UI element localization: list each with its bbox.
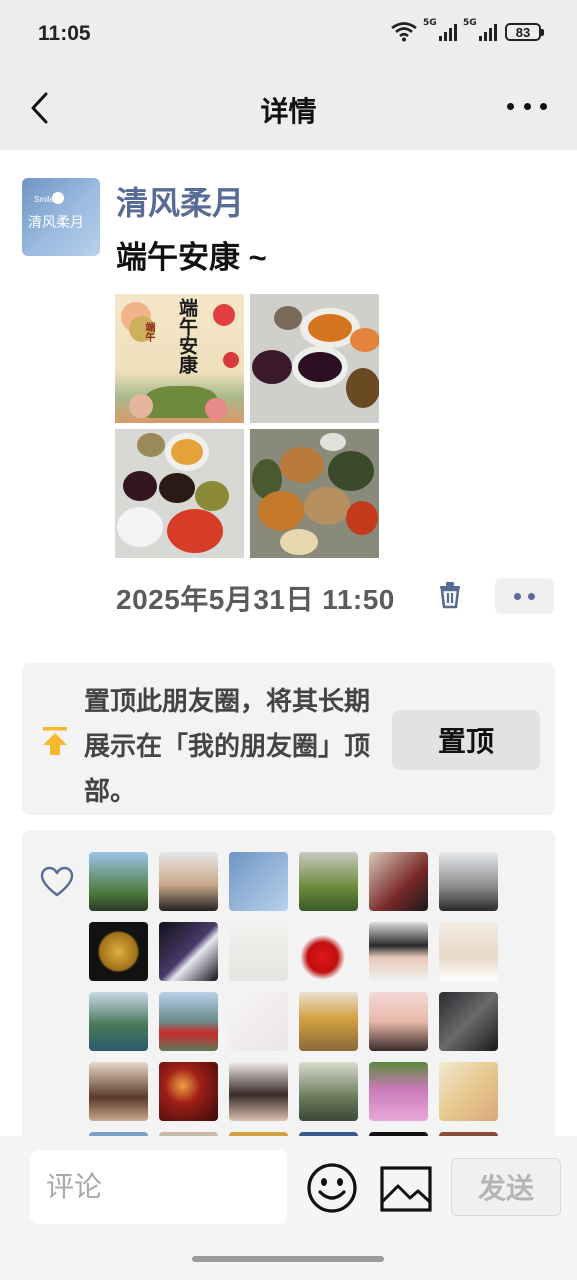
photo-dishes-1[interactable]: [250, 294, 379, 423]
username[interactable]: 清风柔月: [116, 178, 244, 224]
liker-avatar-girl-cartoon[interactable]: [369, 992, 428, 1051]
liker-avatar-woman-portrait[interactable]: [89, 1062, 148, 1121]
liker-avatar-garden-flowers[interactable]: [299, 852, 358, 911]
liker-avatar-sky-calligraphy[interactable]: [229, 852, 288, 911]
liker-avatar-motorcycle[interactable]: [439, 852, 498, 911]
liker-avatar-man-microphone[interactable]: [159, 852, 218, 911]
liker-avatar-flower-sketch[interactable]: [229, 992, 288, 1051]
heart-icon: [40, 866, 74, 897]
liker-avatar-painting-woman[interactable]: [439, 1062, 498, 1121]
avatar-text: 清风柔月: [28, 215, 84, 231]
liker-avatar-woman-sunglasses[interactable]: [369, 922, 428, 981]
action-dot-icon: [514, 592, 521, 600]
signal-icon-1: 5G: [423, 18, 457, 41]
battery-icon: 83: [505, 23, 544, 41]
photo-badge: 端午: [143, 322, 154, 342]
photo-grid: 端午安康 端午: [115, 294, 379, 558]
photo-dishes-3[interactable]: [250, 429, 379, 558]
more-dot-icon: [507, 102, 514, 110]
liker-avatar-person-mountain[interactable]: [89, 852, 148, 911]
image-icon[interactable]: [380, 1166, 432, 1212]
photo-title: 端午安康: [176, 298, 198, 374]
emoji-icon[interactable]: [306, 1162, 358, 1214]
pin-top-icon: [43, 727, 67, 755]
send-button[interactable]: 发送: [451, 1158, 561, 1216]
liker-avatar-bird-statue[interactable]: [299, 1062, 358, 1121]
wifi-icon: [391, 22, 417, 42]
photo-dishes-2[interactable]: [115, 429, 244, 558]
liker-avatar-praying-hands[interactable]: [229, 922, 288, 981]
status-time: 11:05: [38, 22, 91, 45]
liker-avatar-lake-red-figure[interactable]: [159, 992, 218, 1051]
pin-card: 置顶此朋友圈，将其长期展示在「我的朋友圈」顶部。 置顶: [22, 663, 555, 815]
post-text: 端午安康 ~: [116, 240, 267, 275]
photo-dragon-boat[interactable]: 端午安康 端午: [115, 294, 244, 423]
pin-description: 置顶此朋友圈，将其长期展示在「我的朋友圈」顶部。: [84, 686, 371, 806]
liker-avatar-cherries[interactable]: [299, 922, 358, 981]
avatar-small-text: Smile: [34, 195, 55, 204]
liker-avatar-woman-dark[interactable]: [229, 1062, 288, 1121]
liker-avatar-man-car[interactable]: [369, 852, 428, 911]
trash-icon[interactable]: [438, 581, 462, 609]
liker-avatar-star-red[interactable]: [159, 1062, 218, 1121]
liker-avatar-pink-flowers[interactable]: [369, 1062, 428, 1121]
more-dot-icon: [523, 102, 531, 110]
more-dot-icon: [540, 102, 547, 110]
nav-bar: 详情: [0, 70, 577, 150]
comment-input[interactable]: [30, 1150, 287, 1224]
liker-avatar-bride[interactable]: [439, 922, 498, 981]
liker-avatar-gold-coin[interactable]: [89, 922, 148, 981]
action-dot-icon: [528, 592, 535, 600]
post-timestamp: 2025年5月31日 11:50: [116, 584, 395, 615]
home-indicator[interactable]: [192, 1256, 384, 1262]
pin-button[interactable]: 置顶: [392, 710, 540, 770]
more-options-button[interactable]: [507, 94, 547, 118]
like-comment-button[interactable]: [495, 578, 554, 614]
avatar[interactable]: Smile 清风柔月: [22, 178, 100, 256]
liker-avatar-dark-interior[interactable]: [439, 992, 498, 1051]
liker-avatar-autumn-tree[interactable]: [299, 992, 358, 1051]
liker-avatar-dancer-dark[interactable]: [159, 922, 218, 981]
likes-card: [22, 830, 555, 1150]
liker-avatar-waterfall[interactable]: [89, 992, 148, 1051]
page-title: 详情: [260, 96, 317, 127]
signal-icon-2: 5G: [463, 18, 497, 41]
status-bar: 11:05 5G 5G 83: [0, 0, 577, 70]
status-icons: 5G 5G 83: [391, 18, 544, 42]
